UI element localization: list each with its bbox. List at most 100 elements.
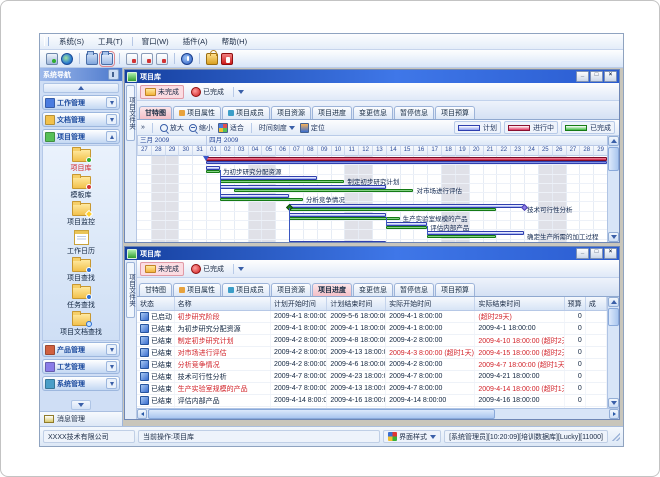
actual-bar[interactable] [220, 198, 303, 201]
sidebar-item-工作日历[interactable]: 工作日历 [67, 230, 95, 256]
column-header-状态[interactable]: 状态 [137, 297, 175, 310]
tab-项目预算[interactable]: 项目预算 [435, 283, 475, 296]
group-chevron-button[interactable] [106, 344, 117, 355]
resize-grip[interactable] [612, 433, 620, 441]
project-folders-side-tab[interactable]: 项目文件夹 [126, 85, 135, 141]
time-scale-dropdown[interactable]: 时间刻度 [259, 123, 295, 133]
sidebar-item-项目文档查找[interactable]: 项目文档查找 [60, 313, 102, 337]
mail-send-icon[interactable] [126, 53, 138, 65]
tab-暂停信息[interactable]: 暂停信息 [394, 106, 434, 119]
actual-bar[interactable] [289, 208, 496, 211]
app-icon[interactable] [46, 53, 58, 65]
table-row[interactable]: 已结束生产实验室规模的产品2009-4-7 8:00:002009-4-13 1… [137, 383, 607, 395]
plan-bar[interactable] [289, 241, 386, 242]
gantt-vertical-scrollbar[interactable] [607, 136, 619, 242]
actual-bar[interactable] [234, 189, 414, 192]
table-vertical-scrollbar[interactable] [607, 297, 619, 408]
sidebar-item-项目查找[interactable]: 项目查找 [67, 259, 95, 283]
more-button[interactable]: » [141, 124, 145, 131]
zoom-out-button[interactable]: 缩小 [189, 123, 213, 133]
plan-bar[interactable] [220, 176, 317, 180]
column-header-计划开始时间[interactable]: 计划开始时间 [271, 297, 327, 310]
plan-bar[interactable] [289, 204, 524, 208]
tab-项目成员[interactable]: 项目成员 [222, 106, 270, 119]
summary-progress-bar[interactable] [206, 157, 607, 161]
folder-icon[interactable] [86, 53, 98, 65]
ui-style-dropdown[interactable]: 界面样式 [383, 430, 441, 443]
sidebar-collapse-button[interactable] [43, 83, 119, 93]
minimize-button[interactable]: _ [576, 248, 589, 259]
group-chevron-button[interactable] [106, 114, 117, 125]
table-row[interactable]: 已结束为初步研究分配资源2009-4-1 8:00:002009-4-1 18:… [137, 323, 607, 335]
table-row[interactable]: 已结束评估内部产品2009-4-14 8:00:002009-4-16 18:0… [137, 395, 607, 407]
folder-active-icon[interactable] [101, 53, 113, 65]
actual-bar[interactable] [289, 217, 400, 220]
minimize-button[interactable]: _ [576, 71, 589, 82]
finished-filter-button[interactable]: 已完成 [186, 262, 229, 276]
locate-button[interactable]: 定位 [300, 123, 325, 133]
mail-get-icon[interactable] [141, 53, 153, 65]
sidebar-group-工作管理[interactable]: 工作管理 [42, 95, 120, 110]
scroll-down-button[interactable] [608, 232, 619, 242]
actual-bar[interactable] [206, 170, 220, 173]
unfinished-filter-button[interactable]: 未完成 [140, 262, 184, 276]
scrollbar-thumb[interactable] [148, 409, 495, 419]
sidebar-group-产品管理[interactable]: 产品管理 [42, 342, 120, 357]
column-header-实际开始时间[interactable]: 实际开始时间 [386, 297, 475, 310]
scroll-left-button[interactable] [137, 409, 147, 419]
tab-项目成员[interactable]: 项目成员 [222, 283, 270, 296]
close-button[interactable]: × [604, 248, 617, 259]
sidebar-group-系统管理[interactable]: 系统管理 [42, 376, 120, 391]
tab-项目属性[interactable]: 项目属性 [173, 283, 221, 296]
sidebar-group-项目管理[interactable]: 项目管理 [42, 129, 120, 144]
group-chevron-button[interactable] [106, 361, 117, 372]
gantt-panel-titlebar[interactable]: 项目库 _□× [125, 70, 619, 83]
actual-bar[interactable] [386, 226, 427, 229]
globe-icon[interactable] [61, 53, 73, 65]
fit-button[interactable]: 适合 [218, 123, 244, 133]
lock-icon[interactable] [206, 53, 218, 65]
maximize-button[interactable]: □ [590, 71, 603, 82]
menu-item-插件(A)[interactable]: 插件(A) [176, 35, 215, 48]
group-chevron-button[interactable] [106, 97, 117, 108]
group-chevron-button[interactable] [106, 131, 117, 142]
sidebar-item-模板库[interactable]: 模板库 [71, 176, 92, 200]
project-folders-side-tab[interactable]: 项目文件夹 [126, 262, 135, 318]
progress-panel-titlebar[interactable]: 项目库 _□× [125, 247, 619, 260]
tab-项目预算[interactable]: 项目预算 [435, 106, 475, 119]
actual-bar[interactable] [220, 180, 344, 183]
tab-项目进度[interactable]: 项目进度 [312, 106, 352, 119]
maximize-button[interactable]: □ [590, 248, 603, 259]
pin-icon[interactable] [108, 69, 119, 80]
sidebar-group-工艺管理[interactable]: 工艺管理 [42, 359, 120, 374]
dropdown-chevron-icon[interactable] [238, 267, 244, 271]
table-horizontal-scrollbar[interactable] [137, 408, 619, 419]
tab-项目资源[interactable]: 项目资源 [271, 106, 311, 119]
zoom-in-button[interactable]: 放大 [160, 123, 184, 133]
tab-暂停信息[interactable]: 暂停信息 [394, 283, 434, 296]
tab-变更信息[interactable]: 变更信息 [353, 283, 393, 296]
sidebar-tab-messages[interactable]: 消息管理 [40, 411, 122, 426]
menu-item-工具(T)[interactable]: 工具(T) [91, 35, 130, 48]
table-row[interactable]: 已结束对市场进行评估2009-4-2 8:00:002009-4-13 18:0… [137, 347, 607, 359]
menu-item-系统(S)[interactable]: 系统(S) [52, 35, 91, 48]
column-header-预算[interactable]: 预算 [565, 297, 586, 310]
column-header-成[interactable]: 成 [586, 297, 607, 310]
scroll-up-button[interactable] [608, 136, 619, 146]
sidebar-item-任务查找[interactable]: 任务查找 [67, 286, 95, 310]
sidebar-item-项目监控[interactable]: 项目监控 [67, 203, 95, 227]
column-header-计划结束时间[interactable]: 计划结束时间 [327, 297, 386, 310]
table-row[interactable]: 已结束制定初步研究计划2009-4-2 8:00:002009-4-8 18:0… [137, 335, 607, 347]
table-row[interactable]: 已启动初步研究阶段2009-4-1 8:00:002009-5-6 18:00:… [137, 311, 607, 323]
column-header-实际结束时间[interactable]: 实际结束时间 [475, 297, 564, 310]
table-row[interactable]: 已结束技术可行性分析2009-4-7 8:00:002009-4-23 18:0… [137, 371, 607, 383]
tab-变更信息[interactable]: 变更信息 [353, 106, 393, 119]
sidebar-overflow-button[interactable] [71, 400, 91, 410]
menu-item-窗口(W)[interactable]: 窗口(W) [135, 35, 176, 48]
sidebar-item-项目库[interactable]: 项目库 [71, 149, 92, 173]
exit-icon[interactable] [221, 53, 233, 65]
menu-item-帮助(H)[interactable]: 帮助(H) [215, 35, 254, 48]
scroll-down-button[interactable] [608, 398, 619, 408]
summary-plan-bar[interactable] [206, 161, 607, 165]
group-chevron-button[interactable] [106, 378, 117, 389]
